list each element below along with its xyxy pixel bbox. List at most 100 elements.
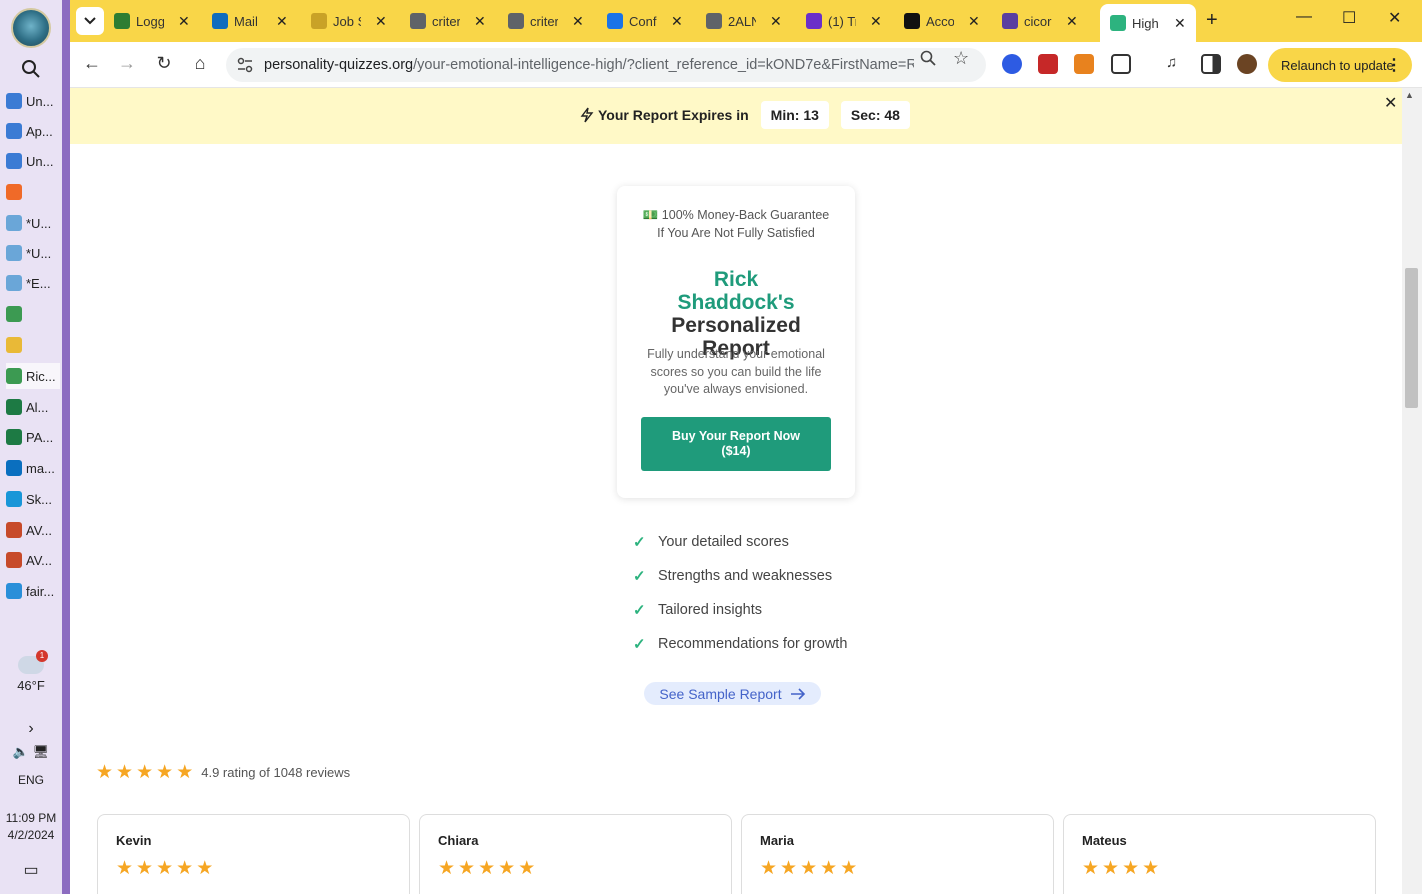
taskbar-app-11[interactable]: PA...: [6, 424, 60, 450]
scrollbar-thumb[interactable]: [1405, 268, 1418, 408]
taskbar-app-5[interactable]: *U...: [6, 240, 60, 266]
media-control-icon[interactable]: ♫: [1166, 54, 1186, 74]
zoom-icon[interactable]: [920, 50, 936, 71]
extensions-puzzle-icon[interactable]: [1111, 54, 1131, 74]
close-tab-icon[interactable]: ✕: [1066, 13, 1078, 30]
minimize-button[interactable]: —: [1296, 8, 1312, 26]
url-text[interactable]: personality-quizzes.org/your-emotional-i…: [264, 57, 914, 73]
guarantee-line-1: 💵 100% Money-Back Guarantee: [642, 208, 830, 222]
star-icon: ★: [840, 858, 858, 879]
review-stars: ★ ★ ★ ★ ★: [760, 859, 857, 878]
back-button[interactable]: ←: [80, 53, 104, 74]
browser-tab[interactable]: cicor ✕: [1002, 6, 1078, 36]
scroll-up-arrow[interactable]: ▲: [1405, 90, 1414, 100]
tab-favicon-icon: [410, 13, 426, 29]
taskbar-app-0[interactable]: Un...: [6, 88, 60, 114]
zoom-extension-icon[interactable]: [1002, 54, 1022, 74]
tab-search-button[interactable]: [76, 7, 104, 35]
new-tab-button[interactable]: +: [1206, 9, 1218, 32]
forward-button[interactable]: →: [115, 53, 139, 74]
buy-report-button[interactable]: Buy Your Report Now ($14): [641, 417, 831, 471]
notifications-icon[interactable]: ▭: [0, 860, 62, 880]
maximize-button[interactable]: ☐: [1342, 8, 1356, 28]
close-tab-icon[interactable]: ✕: [572, 13, 584, 30]
close-tab-icon[interactable]: ✕: [178, 13, 190, 30]
expiry-text: Your Report Expires in: [598, 107, 749, 123]
expiry-label: Your Report Expires in: [580, 107, 749, 123]
taskbar-app-7[interactable]: [6, 301, 60, 327]
close-tab-icon[interactable]: ✕: [474, 13, 486, 30]
review-stars: ★ ★ ★ ★ ★: [116, 859, 213, 878]
browser-tab[interactable]: Mail ✕: [212, 6, 288, 36]
taskbar-app-6[interactable]: *E...: [6, 270, 60, 296]
browser-tab[interactable]: (1) Tr ✕: [806, 6, 882, 36]
taskbar-app-15[interactable]: AV...: [6, 547, 60, 573]
close-tab-icon[interactable]: ✕: [276, 13, 288, 30]
clock-date[interactable]: 4/2/2024: [0, 828, 62, 842]
tab-favicon-icon: [1110, 15, 1126, 31]
browser-tab[interactable]: 2ALN ✕: [706, 6, 782, 36]
volume-network-icons[interactable]: 🔈 🖥: [0, 744, 62, 760]
taskbar-app-2[interactable]: Un...: [6, 148, 60, 174]
taskbar-app-8[interactable]: [6, 332, 60, 358]
vimeo-extension-icon[interactable]: [1038, 54, 1058, 74]
close-tab-icon[interactable]: ✕: [1174, 15, 1186, 32]
close-tab-icon[interactable]: ✕: [870, 13, 882, 30]
reviewer-name: Mateus: [1082, 833, 1127, 848]
star-icon: ★: [478, 858, 496, 879]
taskbar-app-9[interactable]: Ric...: [6, 363, 60, 389]
rating-text: 4.9 rating of 1048 reviews: [201, 765, 351, 780]
taskbar-app-12[interactable]: ma...: [6, 455, 60, 481]
reload-button[interactable]: ↻: [152, 53, 176, 74]
url-host: personality-quizzes.org: [264, 57, 414, 73]
notification-badge: 1: [36, 650, 48, 662]
metamask-extension-icon[interactable]: [1074, 54, 1094, 74]
search-icon[interactable]: [20, 58, 42, 80]
taskbar-app-10[interactable]: Al...: [6, 394, 60, 420]
close-tab-icon[interactable]: ✕: [968, 13, 980, 30]
home-icon[interactable]: ⌂: [188, 53, 212, 74]
browser-tab[interactable]: Confi ✕: [607, 6, 683, 36]
taskbar-app-4[interactable]: *U...: [6, 210, 60, 236]
chevron-right-icon[interactable]: ›: [0, 720, 62, 738]
relaunch-button[interactable]: Relaunch to update ⋮: [1268, 48, 1412, 82]
star-icon: ★: [116, 762, 134, 783]
see-sample-report-button[interactable]: See Sample Report: [644, 682, 821, 705]
start-button[interactable]: [11, 8, 51, 48]
browser-tab[interactable]: criter ✕: [508, 6, 584, 36]
taskbar-app-13[interactable]: Sk...: [6, 486, 60, 512]
browser-tab[interactable]: Job S ✕: [311, 6, 387, 36]
profile-avatar[interactable]: [1237, 54, 1257, 74]
side-panel-icon[interactable]: [1201, 54, 1221, 74]
close-banner-button[interactable]: ✕: [1384, 93, 1397, 113]
scrollbar-track[interactable]: [1402, 88, 1422, 894]
taskbar-app-label: Al...: [26, 399, 49, 415]
language-indicator[interactable]: ENG: [0, 773, 62, 787]
browser-tab[interactable]: criter ✕: [410, 6, 486, 36]
bookmark-star-icon[interactable]: ☆: [953, 48, 969, 69]
site-info-icon[interactable]: [236, 56, 254, 74]
tab-title: Mail: [234, 13, 258, 29]
taskbar-app-1[interactable]: Ap...: [6, 118, 60, 144]
weather-widget[interactable]: 1 46°F: [8, 650, 54, 693]
close-tab-icon[interactable]: ✕: [671, 13, 683, 30]
review-stars: ★ ★ ★ ★ ★: [438, 859, 535, 878]
star-icon: ★: [438, 858, 456, 879]
close-window-button[interactable]: ✕: [1388, 8, 1401, 28]
address-bar[interactable]: personality-quizzes.org/your-emotional-i…: [226, 48, 986, 82]
app-icon: [6, 460, 22, 476]
taskbar-app-label: Ric...: [26, 368, 56, 384]
taskbar-app-3[interactable]: [6, 179, 60, 205]
close-tab-icon[interactable]: ✕: [375, 13, 387, 30]
taskbar-app-16[interactable]: fair...: [6, 578, 60, 604]
star-icon: ★: [800, 858, 818, 879]
taskbar-app-14[interactable]: AV...: [6, 517, 60, 543]
temperature-label: 46°F: [17, 678, 45, 693]
app-icon: [6, 337, 22, 353]
browser-tab[interactable]: Acco ✕: [904, 6, 980, 36]
browser-tab[interactable]: Logg ✕: [114, 6, 190, 36]
close-tab-icon[interactable]: ✕: [770, 13, 782, 30]
kebab-menu-icon[interactable]: ⋮: [1386, 55, 1402, 75]
browser-tab[interactable]: High ✕: [1100, 4, 1196, 42]
clock-time[interactable]: 11:09 PM: [0, 811, 62, 825]
